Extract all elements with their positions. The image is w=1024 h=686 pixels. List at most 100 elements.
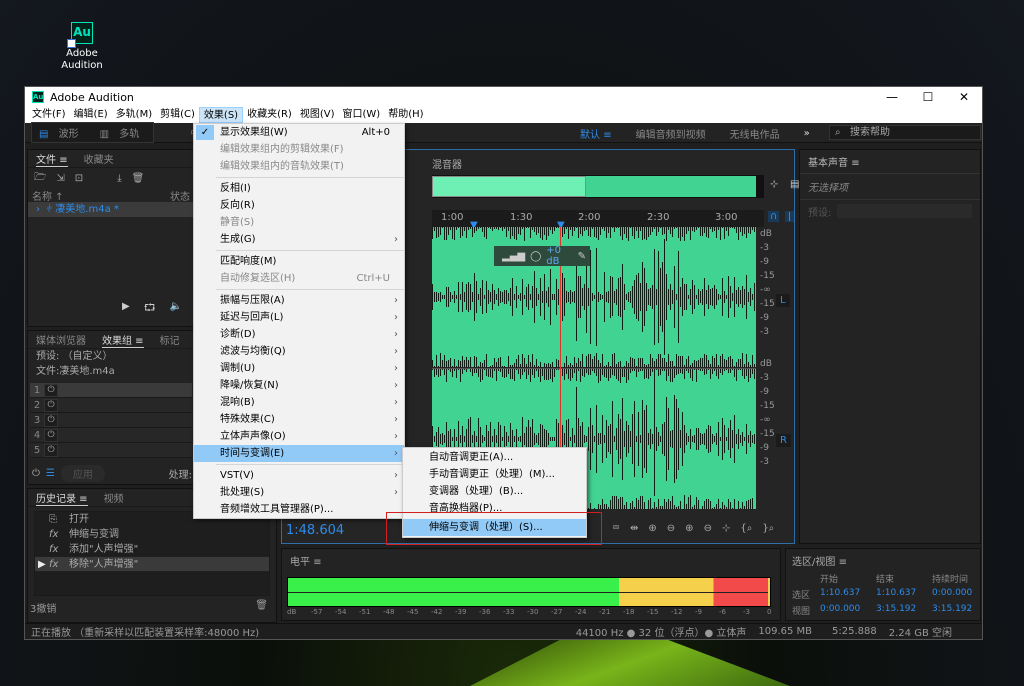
effects-menu-item[interactable]: 降噪/恢复(N) ›: [194, 377, 404, 394]
effects-menu-item[interactable]: 生成(G) ›: [194, 231, 404, 248]
menu-help[interactable]: 帮助(H): [384, 107, 427, 123]
view-end[interactable]: 3:15.192: [876, 604, 932, 617]
tab-mixer[interactable]: 混音器: [432, 156, 462, 171]
effects-menu-item[interactable]: VST(V) ›: [194, 467, 404, 484]
minimize-button[interactable]: —: [874, 90, 910, 104]
waveform-view-button[interactable]: ▤ 波形: [32, 123, 93, 142]
autoplay-icon[interactable]: 🔈: [170, 301, 182, 318]
history-item[interactable]: fx 伸缩与变调: [35, 527, 269, 542]
loop-icon[interactable]: ⮔: [144, 301, 156, 318]
menu-window[interactable]: 窗口(W): [339, 107, 385, 123]
zoom-in-right-icon[interactable]: }⌕: [762, 523, 774, 534]
apply-button[interactable]: 应用: [60, 465, 105, 482]
menu-file[interactable]: 文件(F): [28, 107, 70, 123]
close-button[interactable]: ✕: [946, 90, 982, 104]
master-power-icon[interactable]: ⏻: [32, 468, 40, 479]
multitrack-view-button[interactable]: ▥ 多轨: [93, 123, 154, 142]
waveform-left-channel[interactable]: [432, 227, 756, 367]
effect-slot[interactable]: 3 ⏻: [30, 413, 192, 428]
zoom-in-left-icon[interactable]: {⌕: [740, 523, 752, 534]
effects-menu-item[interactable]: 立体声声像(O) ›: [194, 428, 404, 445]
tab-files[interactable]: 文件 ≡: [36, 151, 68, 167]
zoom-out-time-icon[interactable]: ⊖: [704, 523, 712, 534]
effect-slot[interactable]: 2 ⏻: [30, 398, 192, 413]
effect-slot[interactable]: 5 ⏻: [30, 443, 192, 458]
preset-select[interactable]: （自定义）: [63, 351, 113, 362]
insert-icon[interactable]: ⤓: [117, 173, 121, 184]
delete-icon[interactable]: 🗑: [132, 173, 145, 184]
tab-media-browser[interactable]: 媒体浏览器: [36, 332, 86, 347]
menu-effects[interactable]: 效果(S): [198, 107, 244, 123]
file-item[interactable]: › ⫩ 凄美地.m4a *: [28, 202, 194, 217]
menu-favorites[interactable]: 收藏夹(R): [243, 107, 296, 123]
effects-menu-item[interactable]: 调制(U) ›: [194, 360, 404, 377]
effects-menu-item[interactable]: 滤波与均衡(Q) ›: [194, 343, 404, 360]
skip-icon[interactable]: ⇹: [630, 523, 638, 534]
selection-duration[interactable]: 0:00.000: [932, 588, 988, 601]
zoom-in-time-icon[interactable]: ⊕: [685, 523, 693, 534]
marker-pin-icon[interactable]: ǀ: [785, 211, 794, 222]
maximize-button[interactable]: ☐: [910, 90, 946, 104]
column-name[interactable]: 名称 ↑: [32, 188, 64, 203]
selection-start[interactable]: 1:10.637: [820, 588, 876, 601]
overview-viewport[interactable]: [432, 176, 586, 197]
tab-history[interactable]: 历史记录 ≡: [36, 490, 88, 506]
effects-menu-item[interactable]: 批处理(S) ›: [194, 484, 404, 501]
menu-multitrack[interactable]: 多轨(M): [112, 107, 156, 123]
overview-bar[interactable]: [432, 175, 764, 198]
effects-menu-item[interactable]: 延迟与回声(L) ›: [194, 309, 404, 326]
history-item[interactable]: fx 添加"人声增强": [35, 542, 269, 557]
effects-menu-item[interactable]: 编辑效果组内的音轨效果(T): [194, 158, 404, 175]
output-icon[interactable]: ⮹: [612, 523, 620, 534]
effects-menu-item[interactable]: 自动修复选区(H) Ctrl+U: [194, 270, 404, 287]
time-pitch-item[interactable]: 自动音调更正(A)...: [403, 449, 586, 466]
tab-video[interactable]: 视频: [104, 490, 124, 505]
list-icon[interactable]: ☰: [46, 468, 55, 479]
help-search-input[interactable]: ⌕ 搜索帮助: [829, 125, 981, 140]
channel-left-toggle[interactable]: L: [776, 294, 790, 307]
zoom-in-amplitude-icon[interactable]: ⊕: [648, 523, 656, 534]
history-item-current[interactable]: ▶ fx 移除"人声增强": [35, 557, 269, 572]
effects-menu-item[interactable]: ✓ 显示效果组(W) Alt+0: [194, 124, 404, 141]
effects-menu-item[interactable]: 特殊效果(C) ›: [194, 411, 404, 428]
time-pitch-item[interactable]: 变调器（处理）(B)...: [403, 483, 586, 500]
new-file-icon[interactable]: ⊡: [75, 173, 83, 184]
zoom-full-icon[interactable]: ⊹: [722, 523, 730, 534]
effects-menu-item[interactable]: 时间与变调(E) ›: [194, 445, 404, 462]
timeline-ruler[interactable]: 1:00 1:30 2:00 2:30 3:00 ▼ ▼: [432, 210, 764, 231]
workspace-video[interactable]: 编辑音频到视频: [636, 126, 706, 141]
delete-history-icon[interactable]: 🗑: [255, 600, 268, 615]
desktop-icon-audition[interactable]: Au Adobe Audition: [60, 22, 104, 72]
zoom-navigator-icon[interactable]: ⊹: [770, 179, 778, 190]
menu-clip[interactable]: 剪辑(C): [156, 107, 199, 123]
panel-menu-icon[interactable]: ≡: [851, 158, 859, 169]
selection-end[interactable]: 1:10.637: [876, 588, 932, 601]
hud-gain[interactable]: ▂▄▆ ◯ +0 dB ✎: [494, 245, 590, 267]
effect-slot[interactable]: 4 ⏻: [30, 428, 192, 443]
preset-dropdown[interactable]: [837, 204, 972, 218]
view-duration[interactable]: 3:15.192: [932, 604, 988, 617]
panel-menu-icon[interactable]: ≡: [839, 557, 847, 568]
effects-menu-item[interactable]: 振幅与压限(A) ›: [194, 292, 404, 309]
snap-icon[interactable]: ∩: [768, 211, 780, 222]
effects-menu-item[interactable]: 反向(R): [194, 197, 404, 214]
workspace-radio[interactable]: 无线电作品: [730, 126, 780, 141]
more-workspaces-button[interactable]: »: [804, 128, 810, 139]
workspace-default[interactable]: 默认 ≡: [580, 126, 612, 141]
menu-view[interactable]: 视图(V): [296, 107, 339, 123]
play-icon[interactable]: ▶: [122, 301, 130, 318]
import-icon[interactable]: ⇲: [56, 173, 64, 184]
effects-menu-item[interactable]: 混响(B) ›: [194, 394, 404, 411]
effect-slot[interactable]: 1 ⏻: [30, 383, 192, 398]
effects-menu-item[interactable]: 反相(I): [194, 180, 404, 197]
menu-edit[interactable]: 编辑(E): [70, 107, 112, 123]
tab-effects-rack[interactable]: 效果组 ≡: [102, 332, 144, 348]
column-status[interactable]: 状态: [170, 188, 190, 203]
effects-menu-item[interactable]: 诊断(D) ›: [194, 326, 404, 343]
tab-favorites[interactable]: 收藏夹: [84, 151, 114, 166]
zoom-out-amplitude-icon[interactable]: ⊖: [667, 523, 675, 534]
effects-menu-item[interactable]: 编辑效果组内的剪辑效果(F): [194, 141, 404, 158]
channel-right-toggle[interactable]: R: [776, 434, 791, 447]
effects-menu-item[interactable]: 匹配响度(M): [194, 253, 404, 270]
effects-menu-item[interactable]: 音频增效工具管理器(P)...: [194, 501, 404, 518]
